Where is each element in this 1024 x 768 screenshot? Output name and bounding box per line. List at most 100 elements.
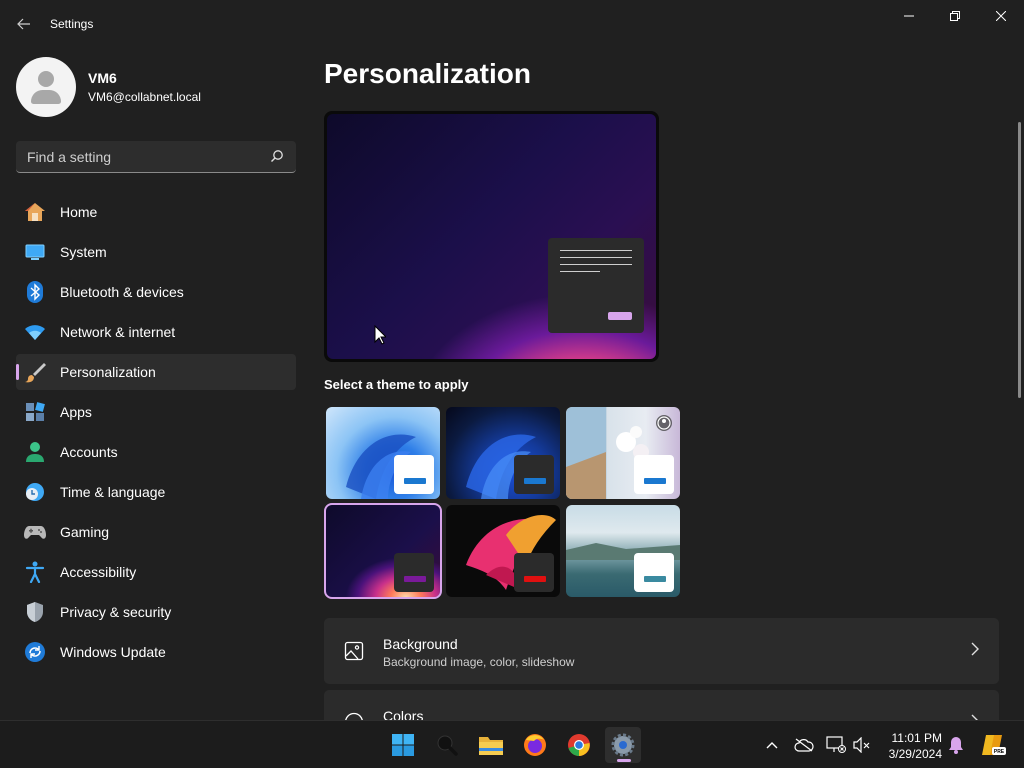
start-button[interactable] [385,727,421,763]
minimize-button[interactable] [886,0,932,32]
theme-glow[interactable] [324,503,442,599]
restore-icon [950,11,960,21]
sidebar-item-windows-update[interactable]: Windows Update [16,634,296,670]
taskbar-firefox[interactable] [517,727,553,763]
card-subtitle: Background image, color, slideshow [383,655,575,669]
home-icon [24,201,46,223]
preview-window [548,238,644,333]
sidebar-item-label: Home [60,204,98,220]
card-title: Background [383,636,458,652]
sidebar-item-label: System [60,244,107,260]
clock-time: 11:01 PM [891,731,942,745]
sidebar-item-label: Windows Update [60,644,166,660]
sidebar-item-label: Bluetooth & devices [60,284,184,300]
close-button[interactable] [978,0,1024,32]
search-icon [437,735,458,756]
sidebar-item-label: Privacy & security [60,604,172,620]
back-arrow-icon [17,18,30,30]
background-image-icon [344,641,364,661]
minimize-icon [904,15,914,17]
clock-date: 3/29/2024 [888,747,942,761]
settings-icon [611,733,635,757]
theme-windows-light[interactable] [326,407,440,499]
shield-icon [24,601,46,623]
taskbar-settings[interactable] [605,727,641,763]
start-icon [392,734,414,756]
back-button[interactable] [8,10,40,38]
theme-windows-spotlight[interactable] [566,407,680,499]
system-icon [24,241,46,263]
cloud-offline-icon [794,738,814,752]
volume-button[interactable] [852,735,872,755]
windows-update-icon [24,641,46,663]
sidebar-item-home[interactable]: Home [16,194,296,230]
theme-heading: Select a theme to apply [324,377,469,392]
sidebar-item-gaming[interactable]: Gaming [16,514,296,550]
notifications-button[interactable] [946,735,966,755]
title-bar: Settings [0,0,1024,48]
avatar [16,57,76,117]
accounts-icon [24,441,46,463]
sidebar-item-privacy[interactable]: Privacy & security [16,594,296,630]
chevron-up-icon [766,742,778,749]
background-setting-card[interactable]: Background Background image, color, slid… [324,618,999,684]
restore-button[interactable] [932,0,978,32]
sidebar-item-system[interactable]: System [16,234,296,270]
gamepad-icon [24,521,46,543]
sidebar-item-accounts[interactable]: Accounts [16,434,296,470]
copilot-button[interactable]: PRE [980,735,1006,755]
spotlight-icon [656,415,672,431]
theme-windows-dark[interactable] [446,407,560,499]
firefox-icon [524,734,546,756]
profile-email: VM6@collabnet.local [88,90,201,104]
scrollbar[interactable] [1018,122,1021,398]
show-hidden-icons-button[interactable] [762,735,782,755]
search-input[interactable] [27,148,257,165]
svg-text:PRE: PRE [994,749,1005,755]
sidebar-item-label: Network & internet [60,324,176,340]
search-icon[interactable] [270,149,284,163]
theme-captured-motion[interactable] [446,505,560,597]
taskbar-file-explorer[interactable] [473,727,509,763]
chevron-right-icon [971,642,979,656]
wifi-icon [24,321,46,343]
taskbar: 11:01 PM 3/29/2024 PRE [0,720,1024,768]
theme-flow[interactable] [566,505,680,597]
sidebar-item-label: Accounts [60,444,118,460]
user-profile[interactable]: VM6 VM6@collabnet.local [16,57,201,117]
accessibility-icon [24,561,46,583]
sidebar-item-label: Apps [60,404,92,420]
onedrive-button[interactable] [794,735,814,755]
sidebar-item-personalization[interactable]: Personalization [16,354,296,390]
file-explorer-icon [479,737,503,755]
sidebar-item-time-language[interactable]: Time & language [16,474,296,510]
page-title: Personalization [324,58,531,89]
volume-muted-icon [853,737,870,753]
taskbar-search-button[interactable] [429,727,465,763]
bluetooth-icon [24,281,46,303]
network-disconnected-icon [826,736,846,753]
copilot-icon: PRE [982,735,1006,755]
palette-icon [345,712,363,720]
sidebar-item-label: Time & language [60,484,166,500]
taskbar-clock[interactable]: 11:01 PM 3/29/2024 [880,730,942,762]
close-icon [996,11,1006,21]
apps-icon [24,401,46,423]
search-box[interactable] [16,141,296,173]
sidebar-item-label: Gaming [60,524,110,540]
sidebar-item-accessibility[interactable]: Accessibility [16,554,296,590]
sidebar-item-apps[interactable]: Apps [16,394,296,430]
sidebar-nav: Home System Bluetooth & devices Network … [16,194,296,674]
profile-name: VM6 [88,70,117,86]
colors-setting-card[interactable]: Colors [324,690,999,720]
chrome-icon [568,734,590,756]
clock-globe-icon [24,481,46,503]
sidebar-item-network[interactable]: Network & internet [16,314,296,350]
bell-icon [949,737,963,754]
sidebar-item-bluetooth[interactable]: Bluetooth & devices [16,274,296,310]
app-title: Settings [50,17,94,31]
network-button[interactable] [826,735,846,755]
taskbar-chrome[interactable] [561,727,597,763]
mouse-cursor-icon [374,325,386,345]
paintbrush-icon [24,361,46,383]
